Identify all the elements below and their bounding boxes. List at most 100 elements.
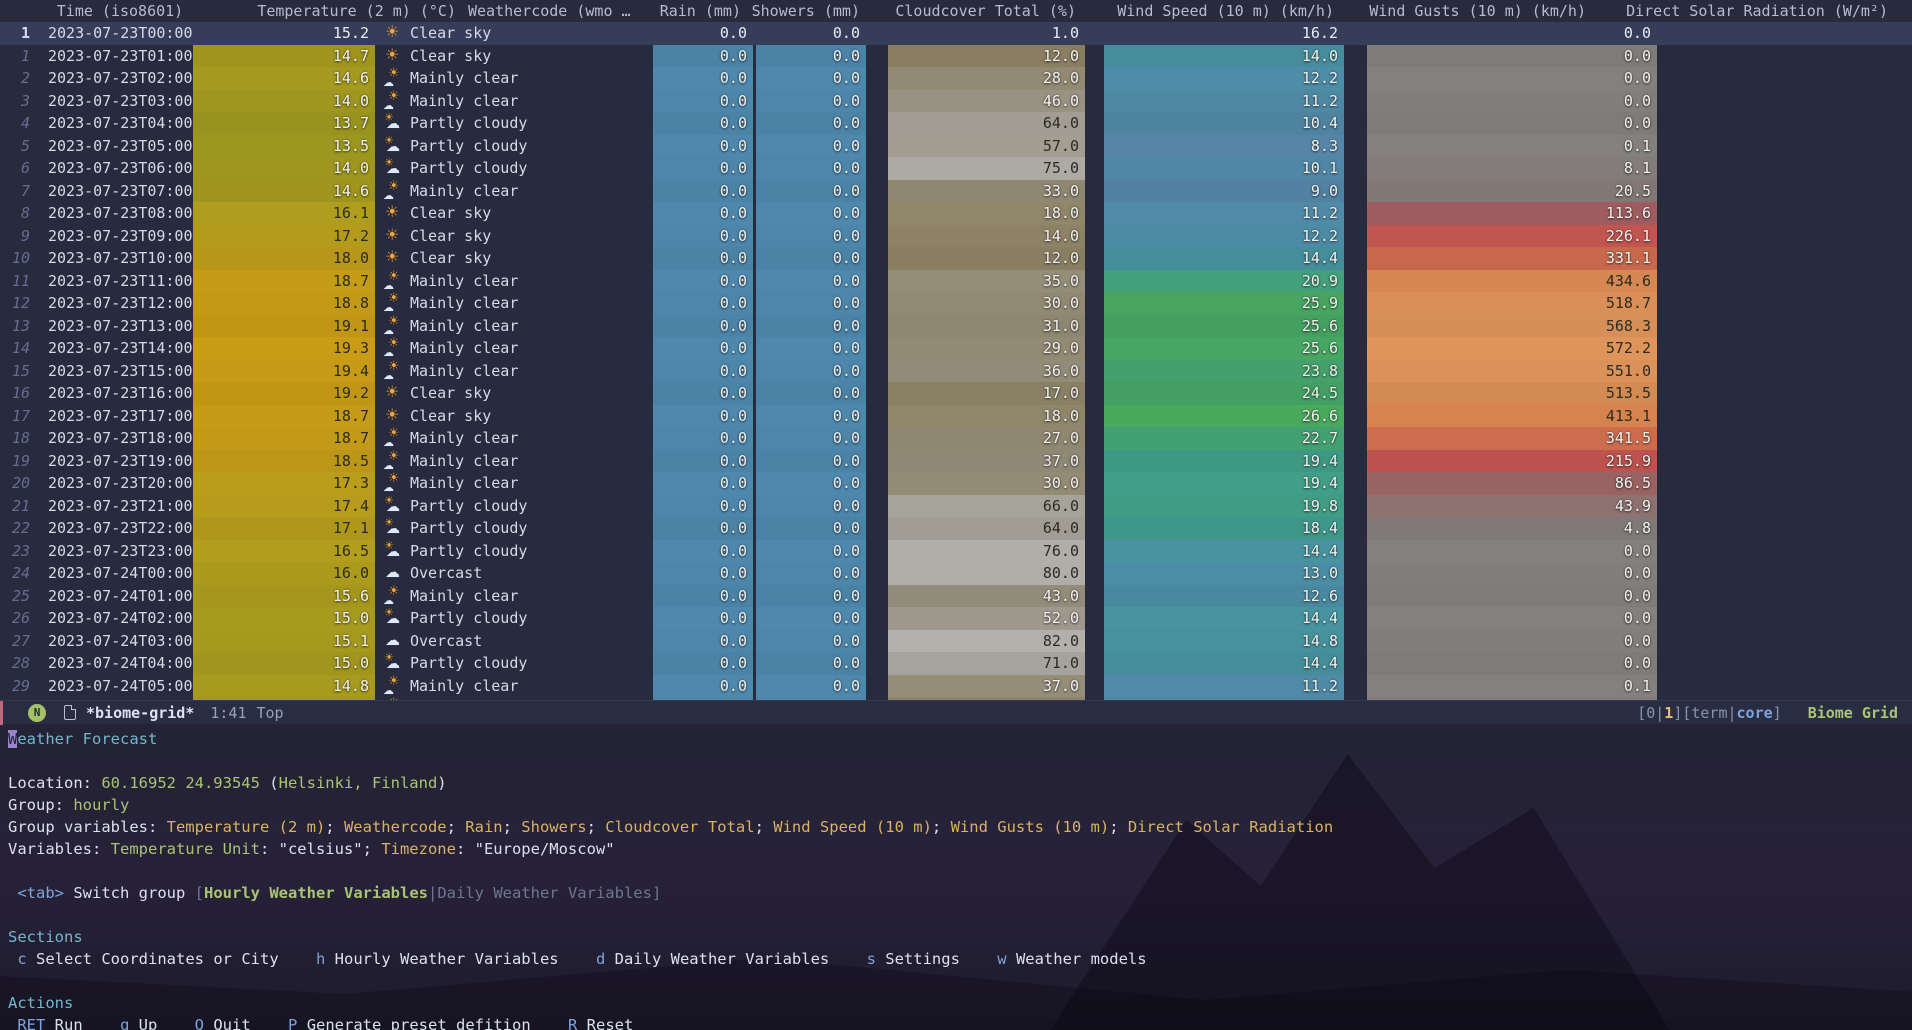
time-cell: 2023-07-24T04:00: [40, 652, 193, 675]
column-gap: [1085, 562, 1104, 585]
major-mode[interactable]: Biome Grid: [1808, 704, 1898, 722]
section-key-hourly[interactable]: h: [316, 950, 325, 968]
variables-line: Variables: Temperature Unit: "celsius"; …: [8, 838, 1912, 860]
grid-row[interactable]: 42023-07-23T04:0013.7☀☁Partly cloudy0.00…: [0, 112, 1912, 135]
section-select-coordinates[interactable]: Select Coordinates or City: [27, 950, 279, 968]
modeline[interactable]: N *biome-grid* 1:41 Top [0|1][term|core]…: [0, 700, 1912, 724]
time-cell: 2023-07-23T20:00: [40, 472, 193, 495]
wind-cell: 12.2: [1104, 225, 1344, 248]
buffer-name[interactable]: *biome-grid*: [86, 704, 194, 722]
column-gap: [1085, 45, 1104, 68]
grid-row[interactable]: 272023-07-24T03:0015.1☁Overcast0.00.082.…: [0, 630, 1912, 653]
grid-row[interactable]: 22023-07-23T02:0014.6☀☁Mainly clear0.00.…: [0, 67, 1912, 90]
blank: [8, 904, 1912, 926]
grid-row[interactable]: 252023-07-24T01:0015.6☀☁Mainly clear0.00…: [0, 585, 1912, 608]
grid-row[interactable]: 162023-07-23T16:0019.2☀Clear sky0.00.017…: [0, 382, 1912, 405]
section-settings[interactable]: Settings: [876, 950, 960, 968]
temp-cell: 14.6: [193, 67, 375, 90]
grid-row[interactable]: 132023-07-23T13:0019.1☀☁Mainly clear0.00…: [0, 315, 1912, 338]
grid-row[interactable]: 222023-07-23T22:0017.1☀☁Partly cloudy0.0…: [0, 517, 1912, 540]
grid-row[interactable]: 262023-07-24T02:0015.0☀☁Partly cloudy0.0…: [0, 607, 1912, 630]
section-hourly-weather-variables[interactable]: Hourly Weather Variables: [325, 950, 558, 968]
rain-cell: 0.0: [653, 22, 753, 45]
grid-row[interactable]: 292023-07-24T05:0014.8☀☁Mainly clear0.00…: [0, 675, 1912, 698]
column-gap: [1356, 517, 1367, 540]
section-key-settings[interactable]: s: [867, 950, 876, 968]
action-generate-preset[interactable]: Generate preset defition: [297, 1016, 530, 1030]
rain-cell: 0.0: [653, 315, 753, 338]
grid-row[interactable]: 192023-07-23T19:0018.5☀☁Mainly clear0.00…: [0, 450, 1912, 473]
grid-row[interactable]: 12023-07-23T00:0015.2☀Clear sky0.00.01.0…: [0, 22, 1912, 45]
grid-row[interactable]: 242023-07-24T00:0016.0☁Overcast0.00.080.…: [0, 562, 1912, 585]
grid-row[interactable]: 232023-07-23T23:0016.5☀☁Partly cloudy0.0…: [0, 540, 1912, 563]
grid-row[interactable]: 12023-07-23T01:0014.7☀Clear sky0.00.012.…: [0, 45, 1912, 68]
grid-row[interactable]: 52023-07-23T05:0013.5☀☁Partly cloudy0.00…: [0, 135, 1912, 158]
grid-row[interactable]: 212023-07-23T21:0017.4☀☁Partly cloudy0.0…: [0, 495, 1912, 518]
biome-info-buffer[interactable]: Weather ForecastLocation: 60.16952 24.93…: [0, 724, 1912, 1030]
tab-key[interactable]: <tab>: [17, 884, 64, 902]
temp-cell: 16.1: [193, 202, 375, 225]
grid-row[interactable]: 172023-07-23T17:0018.7☀Clear sky0.00.018…: [0, 405, 1912, 428]
cloud-cell: 52.0: [888, 607, 1085, 630]
action-key-preset[interactable]: P: [288, 1016, 297, 1030]
action-up[interactable]: Up: [129, 1016, 157, 1030]
grid-row[interactable]: 32023-07-23T03:0014.0☀☁Mainly clear0.00.…: [0, 90, 1912, 113]
weathercode-cell: ☀☁Mainly clear: [375, 270, 653, 293]
sun-behind-small-cloud-icon: ☀☁: [383, 361, 403, 381]
weathercode-cell: ☀☁Mainly clear: [375, 450, 653, 473]
weathercode-label: Partly cloudy: [410, 540, 527, 563]
action-key-run[interactable]: RET: [17, 1016, 45, 1030]
grid-row[interactable]: 182023-07-23T18:0018.7☀☁Mainly clear0.00…: [0, 427, 1912, 450]
column-gap: [866, 202, 888, 225]
action-key-up[interactable]: q: [120, 1016, 129, 1030]
grid-row[interactable]: 102023-07-23T10:0018.0☀Clear sky0.00.012…: [0, 247, 1912, 270]
action-run[interactable]: Run: [45, 1016, 82, 1030]
section-key-daily[interactable]: d: [596, 950, 605, 968]
sun-behind-cloud-icon: ☀☁: [383, 158, 403, 178]
section-weather-models[interactable]: Weather models: [1007, 950, 1147, 968]
section-key-models[interactable]: w: [997, 950, 1006, 968]
weathercode-cell: ☀☁Mainly clear: [375, 675, 653, 698]
column-header-gusts: Wind Gusts (10 m) (km/h): [1338, 0, 1590, 22]
showers-cell: 0.0: [756, 630, 866, 653]
temp-cell: 17.1: [193, 517, 375, 540]
action-reset[interactable]: Reset: [577, 1016, 633, 1030]
grid-row[interactable]: 282023-07-24T04:0015.0☀☁Partly cloudy0.0…: [0, 652, 1912, 675]
group-variables-line: Group variables: Temperature (2 m); Weat…: [8, 816, 1912, 838]
grid-row[interactable]: 82023-07-23T08:0016.1☀Clear sky0.00.018.…: [0, 202, 1912, 225]
tab-hourly-weather-variables[interactable]: Hourly Weather Variables: [204, 884, 428, 902]
section-key-coordinates[interactable]: c: [17, 950, 26, 968]
showers-cell: 0.0: [756, 22, 866, 45]
weathercode-label: Mainly clear: [410, 472, 518, 495]
grid-row[interactable]: 202023-07-23T20:0017.3☀☁Mainly clear0.00…: [0, 472, 1912, 495]
line-number: 1: [0, 22, 40, 45]
biome-grid-buffer[interactable]: Time (iso8601)Temperature (2 m) (°C)Weat…: [0, 0, 1912, 700]
text-segment: ;: [587, 818, 606, 836]
wind-cell: 25.9: [1104, 292, 1344, 315]
text-segment: ;: [325, 818, 344, 836]
line-number: 11: [0, 270, 40, 293]
grid-row[interactable]: 122023-07-23T12:0018.8☀☁Mainly clear0.00…: [0, 292, 1912, 315]
grid-row[interactable]: 152023-07-23T15:0019.4☀☁Mainly clear0.00…: [0, 360, 1912, 383]
grid-row[interactable]: 62023-07-23T06:0014.0☀☁Partly cloudy0.00…: [0, 157, 1912, 180]
column-gap: [1356, 540, 1367, 563]
weathercode-cell: ☀☁Mainly clear: [375, 337, 653, 360]
weathercode-cell: ☀Clear sky: [375, 247, 653, 270]
line-number: 18: [0, 427, 40, 450]
wind-cell: 26.6: [1104, 405, 1344, 428]
section-daily-weather-variables[interactable]: Daily Weather Variables: [605, 950, 829, 968]
tab-daily-weather-variables[interactable]: Daily Weather Variables: [437, 884, 652, 902]
grid-row[interactable]: 92023-07-23T09:0017.2☀Clear sky0.00.014.…: [0, 225, 1912, 248]
column-gap: [866, 270, 888, 293]
column-gap: [1657, 337, 1672, 360]
grid-row[interactable]: 112023-07-23T11:0018.7☀☁Mainly clear0.00…: [0, 270, 1912, 293]
grid-row[interactable]: 72023-07-23T07:0014.6☀☁Mainly clear0.00.…: [0, 180, 1912, 203]
column-gap: [1356, 472, 1367, 495]
time-cell: 2023-07-23T07:00: [40, 180, 193, 203]
column-gap: [1344, 135, 1356, 158]
action-key-reset[interactable]: R: [568, 1016, 577, 1030]
action-quit[interactable]: Quit: [204, 1016, 251, 1030]
grid-row[interactable]: 142023-07-23T14:0019.3☀☁Mainly clear0.00…: [0, 337, 1912, 360]
action-key-quit[interactable]: Q: [195, 1016, 204, 1030]
text-segment: Direct Solar Radiation: [1128, 818, 1333, 836]
